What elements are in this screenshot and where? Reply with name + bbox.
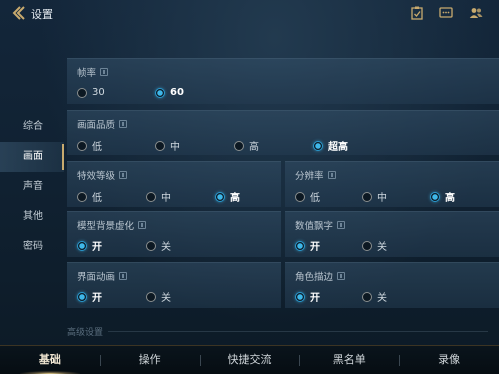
radio-icon (155, 140, 165, 151)
radio-icon (362, 240, 372, 251)
back-arrow-icon[interactable] (9, 4, 27, 22)
radio-selected-icon (430, 191, 440, 202)
sidebar-item-password[interactable]: 密码 (0, 232, 64, 262)
sidebar: 综合 画面 声音 其他 密码 (0, 112, 64, 262)
radio-selected-icon (313, 140, 323, 151)
sidebar-item-sound[interactable]: 声音 (0, 172, 64, 202)
radio-selected-icon (155, 87, 165, 98)
radio-icon (77, 191, 87, 202)
quality-option-low[interactable]: 低 (77, 138, 102, 153)
info-icon[interactable] (138, 221, 147, 229)
sidebar-item-general[interactable]: 综合 (0, 112, 64, 142)
effects-title: 特效等级 (77, 168, 128, 182)
info-icon[interactable] (337, 221, 346, 229)
frame-rate-panel: 帧率 30 60 (67, 58, 499, 104)
outline-title: 角色描边 (295, 269, 346, 283)
quality-title: 画面品质 (77, 117, 128, 131)
outline-option-on[interactable]: 开 (295, 289, 320, 304)
quality-option-high[interactable]: 高 (234, 138, 259, 153)
damage-text-option-off[interactable]: 关 (362, 238, 387, 253)
quality-option-ultra[interactable]: 超高 (313, 138, 348, 153)
effects-option-low[interactable]: 低 (77, 189, 102, 204)
radio-selected-icon (295, 240, 305, 251)
tab-controls[interactable]: 操作 (99, 346, 200, 374)
effects-option-medium[interactable]: 中 (146, 189, 171, 204)
chat-icon[interactable] (439, 6, 453, 20)
friends-icon[interactable] (469, 6, 483, 20)
tab-basic[interactable]: 基础 (0, 346, 100, 374)
info-icon[interactable] (119, 120, 128, 128)
resolution-option-medium[interactable]: 中 (362, 189, 387, 204)
checklist-icon[interactable] (410, 6, 424, 20)
radio-icon (77, 140, 87, 151)
radio-selected-icon (215, 191, 225, 202)
sidebar-item-other[interactable]: 其他 (0, 202, 64, 232)
outline-panel: 角色描边 开 关 (285, 262, 499, 308)
radio-icon (77, 87, 87, 98)
page-title: 设置 (31, 8, 53, 21)
model-blur-option-on[interactable]: 开 (77, 238, 102, 253)
bottom-tab-bar: 基础 操作 快捷交流 黑名单 录像 (0, 345, 499, 374)
resolution-title: 分辨率 (295, 168, 336, 182)
damage-text-title: 数值飘字 (295, 218, 346, 232)
ui-animation-option-on[interactable]: 开 (77, 289, 102, 304)
radio-icon (234, 140, 244, 151)
tab-quick-chat[interactable]: 快捷交流 (199, 346, 300, 374)
radio-selected-icon (295, 291, 305, 302)
sidebar-item-graphics[interactable]: 画面 (0, 142, 64, 172)
effects-panel: 特效等级 低 中 高 (67, 161, 281, 207)
quality-option-medium[interactable]: 中 (155, 138, 180, 153)
info-icon[interactable] (327, 171, 336, 179)
resolution-panel: 分辨率 低 中 高 (285, 161, 499, 207)
info-icon[interactable] (119, 272, 128, 280)
top-bar: 设置 (0, 0, 499, 26)
resolution-option-low[interactable]: 低 (295, 189, 320, 204)
resolution-option-high[interactable]: 高 (430, 189, 455, 204)
model-blur-option-off[interactable]: 关 (146, 238, 171, 253)
radio-icon (362, 291, 372, 302)
ui-animation-option-off[interactable]: 关 (146, 289, 171, 304)
model-blur-title: 模型背景虚化 (77, 218, 147, 232)
frame-rate-title: 帧率 (77, 65, 109, 79)
radio-icon (146, 240, 156, 251)
ui-animation-title: 界面动画 (77, 269, 128, 283)
radio-selected-icon (77, 291, 87, 302)
info-icon[interactable] (119, 171, 128, 179)
info-icon[interactable] (337, 272, 346, 280)
radio-selected-icon (77, 240, 87, 251)
quality-panel: 画面品质 低 中 高 超高 (67, 110, 499, 155)
tab-replay[interactable]: 录像 (399, 346, 499, 374)
radio-icon (362, 191, 372, 202)
radio-icon (295, 191, 305, 202)
damage-text-option-on[interactable]: 开 (295, 238, 320, 253)
divider (108, 331, 488, 332)
tab-blacklist[interactable]: 黑名单 (299, 346, 399, 374)
effects-option-high[interactable]: 高 (215, 189, 240, 204)
frame-rate-option-60[interactable]: 60 (155, 87, 184, 98)
frame-rate-option-30[interactable]: 30 (77, 87, 105, 98)
advanced-settings-header[interactable]: 高级设置 (67, 325, 103, 338)
ui-animation-panel: 界面动画 开 关 (67, 262, 281, 308)
info-icon[interactable] (100, 68, 109, 76)
radio-icon (146, 291, 156, 302)
model-blur-panel: 模型背景虚化 开 关 (67, 211, 281, 257)
damage-text-panel: 数值飘字 开 关 (285, 211, 499, 257)
radio-icon (146, 191, 156, 202)
outline-option-off[interactable]: 关 (362, 289, 387, 304)
